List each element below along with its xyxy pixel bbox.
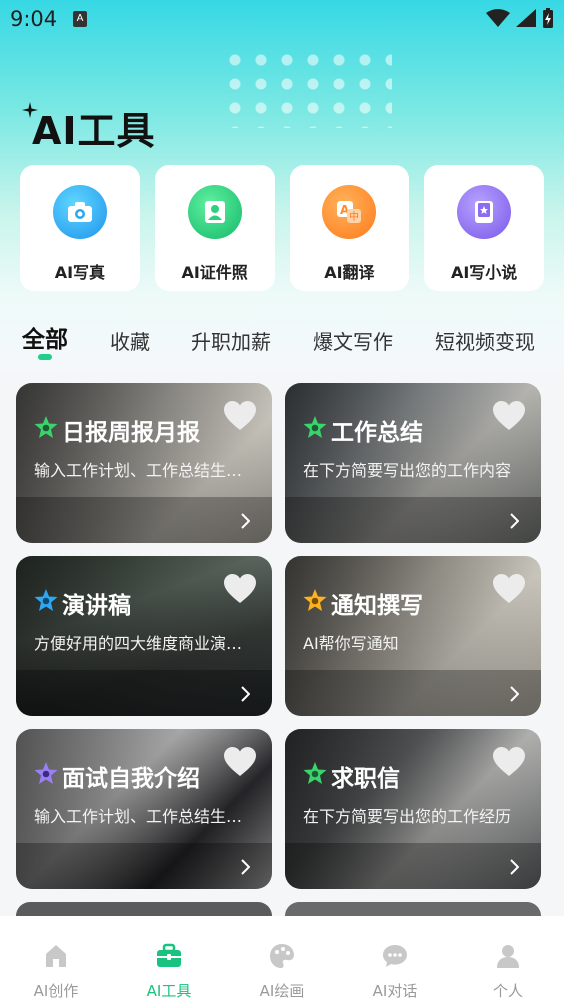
camera-icon xyxy=(52,185,107,239)
card-bottom-bar xyxy=(285,497,541,543)
nav-ai-tools[interactable]: AI工具 xyxy=(129,942,209,1001)
card-title: 求职信 xyxy=(331,766,400,792)
person-icon xyxy=(497,945,519,968)
card-description: 输入工作计划、工作总结生成介绍 xyxy=(34,807,244,826)
card-bottom-bar xyxy=(16,670,272,716)
tool-ai-id-photo[interactable]: AI证件照 xyxy=(154,165,275,291)
nav-label: AI创作 xyxy=(33,982,79,1000)
chevron-right-icon xyxy=(510,686,519,702)
tab-viral-writing[interactable]: 爆文写作 xyxy=(313,326,393,355)
active-tab-indicator xyxy=(38,354,52,360)
tool-label: AI写小说 xyxy=(450,263,518,282)
tool-shortcuts: AI写真 AI证件照 A中 AI翻译 AI写小说 xyxy=(20,165,544,291)
nav-label: AI对话 xyxy=(372,982,418,1000)
nav-profile[interactable]: 个人 xyxy=(468,942,548,1001)
card-bottom-bar xyxy=(285,843,541,889)
star-icon xyxy=(34,762,58,784)
palette-icon xyxy=(270,944,294,968)
favorite-heart-icon[interactable] xyxy=(493,747,525,777)
nav-label: AI绘画 xyxy=(259,982,305,1000)
battery-icon xyxy=(543,8,553,28)
card-title: 日报周报月报 xyxy=(62,420,200,446)
tool-label: AI证件照 xyxy=(181,263,248,282)
chevron-right-icon xyxy=(241,686,250,702)
signal-icon xyxy=(516,9,536,27)
tab-all[interactable]: 全部 xyxy=(22,320,68,354)
toolbox-icon xyxy=(157,943,181,967)
card-bottom-bar xyxy=(16,497,272,543)
chat-icon xyxy=(383,945,407,967)
chevron-right-icon xyxy=(510,513,519,529)
tool-label: AI写真 xyxy=(54,263,106,282)
nav-label: 个人 xyxy=(492,982,523,1000)
nav-ai-create[interactable]: AI创作 xyxy=(16,942,96,1001)
home-icon xyxy=(46,945,66,967)
favorite-heart-icon[interactable] xyxy=(224,574,256,604)
star-icon xyxy=(303,416,327,438)
chevron-right-icon xyxy=(510,859,519,875)
tool-ai-portrait[interactable]: AI写真 xyxy=(20,165,140,291)
page-title: AI工具 xyxy=(32,109,156,153)
nav-label: AI工具 xyxy=(146,982,192,1000)
card-title: 工作总结 xyxy=(331,420,423,446)
status-time: 9:04 xyxy=(10,7,58,31)
card-bottom-bar xyxy=(16,843,272,889)
card-work-summary[interactable]: 工作总结 在下方简要写出您的工作内容 xyxy=(285,383,541,543)
favorite-heart-icon[interactable] xyxy=(493,574,525,604)
status-icons xyxy=(486,8,554,28)
card-description: 方便好用的四大维度商业演讲稿 xyxy=(34,634,244,653)
status-bar: 9:04 A xyxy=(0,0,564,38)
decorative-dots xyxy=(222,48,392,128)
card-bottom-bar xyxy=(285,670,541,716)
bottom-navigation: AI创作 AI工具 AI绘画 AI对话 个人 xyxy=(0,916,564,1004)
category-tabs: 全部 收藏 升职加薪 爆文写作 短视频变现 xyxy=(0,312,564,368)
card-title: 面试自我介绍 xyxy=(62,766,200,792)
favorite-heart-icon[interactable] xyxy=(224,747,256,777)
tool-ai-translate[interactable]: A中 AI翻译 xyxy=(289,165,410,291)
chevron-right-icon xyxy=(241,513,250,529)
tool-ai-novel[interactable]: AI写小说 xyxy=(424,165,544,291)
card-partial[interactable] xyxy=(285,902,541,916)
translate-icon: A中 xyxy=(322,185,377,239)
tab-short-video[interactable]: 短视频变现 xyxy=(435,326,535,355)
card-title: 演讲稿 xyxy=(62,593,131,619)
star-icon xyxy=(34,416,58,438)
tab-promotion[interactable]: 升职加薪 xyxy=(191,326,271,355)
card-daily-report[interactable]: 日报周报月报 输入工作计划、工作总结生成日报 xyxy=(16,383,272,543)
svg-text:中: 中 xyxy=(349,210,359,223)
tool-label: AI翻译 xyxy=(324,263,375,282)
card-description: 在下方简要写出您的工作经历 xyxy=(303,807,512,826)
favorite-heart-icon[interactable] xyxy=(493,401,525,431)
card-description: AI帮你写通知 xyxy=(303,634,399,653)
chevron-right-icon xyxy=(241,859,250,875)
star-icon xyxy=(34,589,58,611)
card-title: 通知撰写 xyxy=(331,593,423,619)
sim-icon: A xyxy=(73,11,87,27)
tab-favorites[interactable]: 收藏 xyxy=(110,326,150,355)
card-interview-intro[interactable]: 面试自我介绍 输入工作计划、工作总结生成介绍 xyxy=(16,729,272,889)
id-photo-icon xyxy=(187,185,242,239)
nav-ai-paint[interactable]: AI绘画 xyxy=(242,942,322,1001)
card-description: 在下方简要写出您的工作内容 xyxy=(303,461,512,480)
card-cover-letter[interactable]: 求职信 在下方简要写出您的工作经历 xyxy=(285,729,541,889)
star-icon xyxy=(303,589,327,611)
card-partial[interactable] xyxy=(16,902,272,916)
card-notice-writing[interactable]: 通知撰写 AI帮你写通知 xyxy=(285,556,541,716)
card-description: 输入工作计划、工作总结生成日报 xyxy=(34,461,244,480)
wifi-icon xyxy=(486,9,510,27)
card-speech[interactable]: 演讲稿 方便好用的四大维度商业演讲稿 xyxy=(16,556,272,716)
nav-ai-chat[interactable]: AI对话 xyxy=(355,942,435,1001)
star-icon xyxy=(303,762,327,784)
favorite-heart-icon[interactable] xyxy=(224,401,256,431)
book-icon xyxy=(457,185,512,239)
